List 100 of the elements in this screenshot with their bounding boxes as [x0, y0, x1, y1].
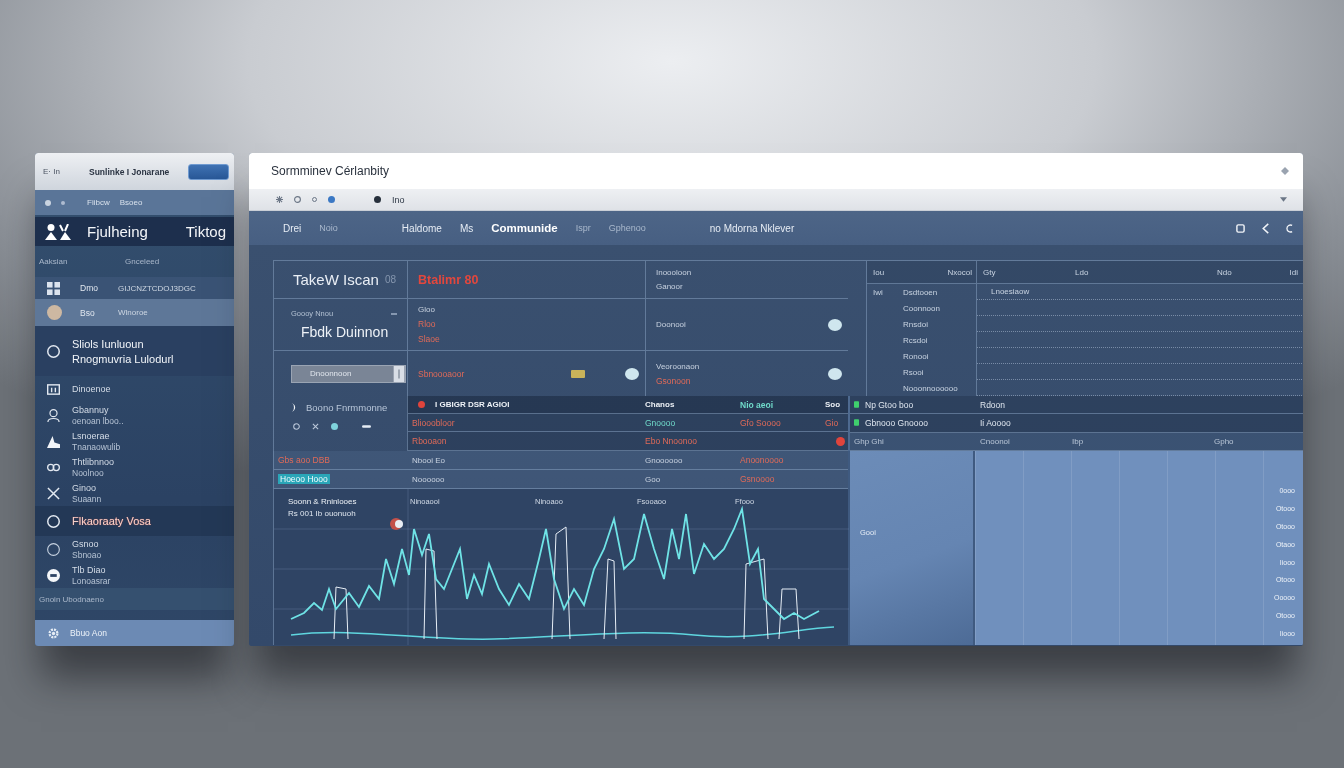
table-cell: Ronooi: [903, 351, 929, 361]
handle-icon[interactable]: [393, 365, 405, 382]
diamond-icon[interactable]: [1281, 167, 1289, 175]
table-cell: Bliooobloor: [412, 417, 455, 428]
sidebar-item[interactable]: Sliols Iunluoun Rnogmuvria Lulodurl: [35, 326, 234, 376]
panel-text: Btalimr 80: [418, 272, 479, 287]
ring-icon[interactable]: [293, 423, 300, 430]
square-icon[interactable]: [1236, 222, 1245, 234]
table-cell: I GBIGR DSR AGIOI: [435, 400, 510, 409]
panel-text: Slaoe: [418, 334, 440, 344]
table-cell: Cnoonoi: [980, 436, 1010, 446]
crescent-icon: [291, 403, 296, 412]
sidebar-item[interactable]: Ginoo Suaann: [35, 480, 234, 506]
nav-tab[interactable]: Ms: [459, 222, 474, 234]
dot-icon[interactable]: [328, 196, 335, 203]
table-cell: Rnsdoi: [903, 319, 928, 329]
nav-tab[interactable]: no Mdorna Nklever: [709, 222, 795, 234]
select-field[interactable]: Dnoonnoon: [291, 364, 406, 383]
circle-icon: [47, 542, 60, 556]
ring-icon[interactable]: [312, 197, 317, 202]
dot-icon: [61, 200, 65, 205]
table-cell: Noooooo: [412, 474, 445, 484]
sidebar-item[interactable]: Gsnoo Sbnoao: [35, 536, 234, 562]
sidebar-title: Sunlinke I Jonarane: [89, 166, 171, 177]
status-dot-icon: [625, 367, 639, 380]
panel-text: Ganoor: [656, 282, 684, 291]
table-cell: Ii Aoooo: [980, 418, 1011, 428]
table-cell: Chanos: [645, 400, 675, 409]
column-label: Gnceleed: [125, 257, 161, 266]
table-cell: Coonnoon: [903, 303, 940, 313]
column-header: Nxocol: [901, 261, 977, 284]
caret-icon[interactable]: [1280, 197, 1287, 202]
column-label: Aaksian: [39, 257, 69, 266]
panel-text: Inoooloon: [656, 268, 692, 277]
toolbar-label: Ino: [392, 194, 405, 205]
nav-tab[interactable]: Communide: [491, 222, 558, 234]
column-header: Gty: [977, 261, 1069, 284]
table-cell: Gio: [825, 417, 839, 428]
footer-link[interactable]: Bbuo Aon: [70, 628, 107, 638]
table-cell: Ghp Ghi: [854, 436, 884, 446]
table-cell: Lnoesiaow: [991, 287, 1030, 296]
sidebar-item[interactable]: Lsnoerae Tnanaowulib: [35, 428, 234, 454]
person-icon: [47, 408, 60, 422]
table-cell: Goo: [645, 474, 661, 484]
table-cell: Gpho: [1214, 436, 1234, 446]
sidebar-item[interactable]: Bso Wlnoroe: [35, 299, 234, 326]
table-cell: Ebo Nnoonoo: [645, 436, 697, 446]
sidebar-heading-tag: Tiktog: [185, 223, 226, 240]
table-cell: Anoonoooo: [740, 455, 784, 465]
ring-icon: [47, 514, 60, 528]
cross-icon: [47, 486, 60, 500]
table-cell: Rdoon: [980, 399, 1006, 410]
card-heading: Fbdk Duinnon: [300, 324, 390, 340]
dot-icon: [45, 199, 51, 206]
cross-icon[interactable]: [312, 423, 319, 430]
dash-icon[interactable]: [362, 425, 371, 428]
ring-icon[interactable]: [294, 196, 301, 203]
panel-text: Gloo: [418, 305, 436, 314]
alert-dot-icon: [418, 401, 425, 408]
status-dot-icon: [828, 318, 842, 331]
card-title: TakeW Iscan: [293, 271, 379, 288]
table-cell: Gsnoooo: [740, 474, 775, 484]
column-header: Idi: [1266, 261, 1303, 284]
column-header: Iou: [867, 261, 901, 284]
nav-tab[interactable]: Haldome: [401, 222, 442, 234]
table-cell: Nbooi Eo: [412, 455, 445, 465]
chevron-left-icon[interactable]: [1261, 222, 1270, 234]
panel-text: Sbnoooaoor: [418, 368, 465, 379]
sidebar-tab[interactable]: Fiibcw: [87, 198, 110, 207]
sidebar-tab[interactable]: Bsoeo: [119, 198, 143, 207]
window-title: Sormminev Cérlanbity: [271, 164, 390, 178]
action-button[interactable]: [188, 163, 229, 180]
arc-icon[interactable]: [1286, 223, 1293, 233]
sidebar-item[interactable]: Thtlibnnoo Noolnoo: [35, 454, 234, 480]
table-cell: Ibp: [1072, 436, 1084, 446]
table-cell: Nooonnoooooo: [903, 383, 958, 393]
table-cell: Gfo Soooo: [740, 417, 781, 428]
sidebar-item[interactable]: Flkaoraaty Vosa: [35, 506, 234, 536]
dot-icon[interactable]: [331, 423, 338, 430]
sidebar-heading: Fjulheing: [87, 223, 149, 240]
table-cell: Gnoooo: [645, 417, 676, 428]
avatar-icon: [47, 305, 62, 320]
nav-tab[interactable]: Drei: [283, 222, 302, 234]
sidebar-item[interactable]: Dmo GIJCNZTCDOJ3DGC: [35, 277, 234, 299]
table-cell: Dsdtooen: [903, 287, 938, 297]
sidebar-label: E· In: [43, 167, 61, 176]
grid-icon: [47, 281, 60, 295]
sidebar-item[interactable]: Dinoenoe: [35, 376, 234, 402]
sidebar-item[interactable]: Tlb Diao Lonoasrar: [35, 562, 234, 588]
table-cell: Np Gtoo boo: [865, 399, 914, 410]
alert-dot-icon: [836, 436, 845, 446]
panel-text: Doonooi: [656, 320, 686, 329]
table-cell: Nio aeoi: [740, 399, 774, 410]
sparkle-icon[interactable]: [276, 196, 283, 203]
card-link[interactable]: Boono Fnrmmonne: [306, 402, 388, 413]
sidebar-item[interactable]: Gbannuy oenoan lboo..: [35, 402, 234, 428]
table-cell: Iwi: [873, 287, 883, 297]
dot-icon[interactable]: [374, 196, 381, 203]
panel-text: Gsonoon: [656, 375, 692, 386]
panel-text: Veoroonaon: [656, 361, 700, 371]
